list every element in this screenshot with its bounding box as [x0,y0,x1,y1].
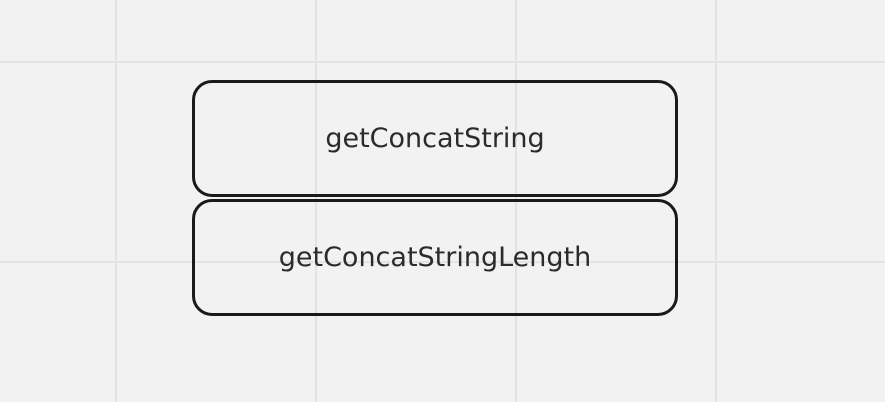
node-label: getConcatString [325,123,545,154]
whiteboard-canvas[interactable]: getConcatString getConcatStringLength [0,0,885,402]
node-label: getConcatStringLength [278,242,592,273]
diagram-node-get-concat-string[interactable]: getConcatString [192,80,678,197]
diagram-node-get-concat-string-length[interactable]: getConcatStringLength [192,199,678,316]
grid-line [0,61,885,63]
